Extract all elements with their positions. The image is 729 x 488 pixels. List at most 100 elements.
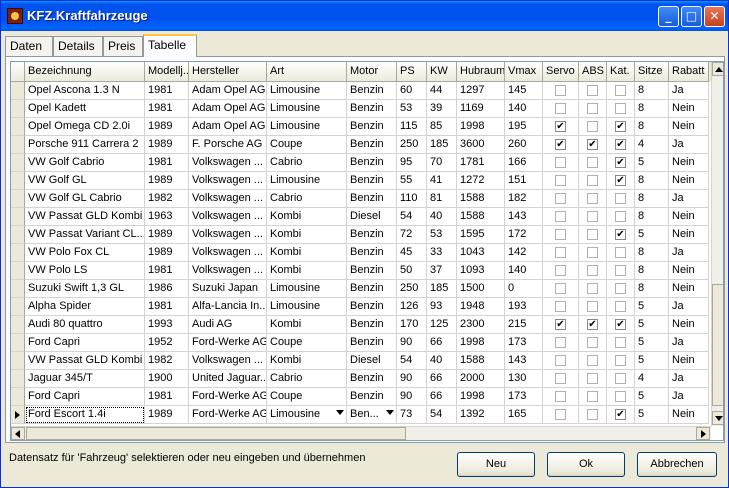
col-ps-cell[interactable]: 53 — [397, 100, 427, 118]
col-servo-cell[interactable] — [543, 154, 579, 172]
col-kw-cell[interactable]: 54 — [427, 406, 457, 424]
col-rabatt-header[interactable]: Rabatt — [669, 62, 709, 82]
maximize-button[interactable]: □ — [681, 6, 702, 27]
col-sitze-cell[interactable]: 5 — [635, 352, 669, 370]
table-row[interactable]: Jaguar 345/T 1900 United Jaguar... Cabrio Be… — [25, 370, 711, 388]
col-rabatt-cell[interactable]: Ja — [669, 82, 709, 100]
col-hubraum-cell[interactable]: 2300 — [457, 316, 505, 334]
col-bezeichnung-cell[interactable]: Jaguar 345/T — [25, 370, 145, 388]
col-kw-cell[interactable]: 70 — [427, 154, 457, 172]
unchecked-checkbox[interactable] — [555, 247, 566, 258]
col-bezeichnung-cell[interactable]: VW Passat GLD Kombi — [25, 352, 145, 370]
unchecked-checkbox[interactable] — [615, 265, 626, 276]
col-art-cell[interactable]: Limousine — [267, 172, 347, 190]
col-kw-cell[interactable]: 66 — [427, 370, 457, 388]
table-row[interactable]: Suzuki Swift 1,3 GL 1986 Suzuki Japan Limou… — [25, 280, 711, 298]
dropdown-arrow-icon[interactable] — [336, 410, 344, 415]
col-modelljahr-cell[interactable]: 1982 — [145, 190, 189, 208]
unchecked-checkbox[interactable] — [555, 391, 566, 402]
col-hersteller-cell[interactable]: Adam Opel AG — [189, 118, 267, 136]
col-modelljahr-cell[interactable]: 1981 — [145, 100, 189, 118]
row-selector[interactable] — [11, 100, 25, 118]
col-motor-cell[interactable]: Benzin — [347, 334, 397, 352]
unchecked-checkbox[interactable] — [555, 409, 566, 420]
minimize-button[interactable]: _ — [658, 6, 679, 27]
new-button[interactable]: Neu — [457, 452, 535, 477]
tab-preis[interactable]: Preis — [103, 36, 143, 56]
col-hubraum-cell[interactable]: 1588 — [457, 352, 505, 370]
col-abs-cell[interactable] — [579, 280, 607, 298]
col-abs-cell[interactable] — [579, 370, 607, 388]
row-selector[interactable] — [11, 334, 25, 352]
col-kw-cell[interactable]: 85 — [427, 118, 457, 136]
col-servo-cell[interactable]: ✔ — [543, 136, 579, 154]
col-art-cell[interactable]: Coupe — [267, 334, 347, 352]
col-kat-cell[interactable]: ✔ — [607, 406, 635, 424]
col-art-cell[interactable]: Coupe — [267, 136, 347, 154]
col-vmax-cell[interactable]: 260 — [505, 136, 543, 154]
col-ps-cell[interactable]: 73 — [397, 406, 427, 424]
col-motor-cell[interactable]: Diesel — [347, 208, 397, 226]
col-servo-cell[interactable] — [543, 82, 579, 100]
row-selector[interactable] — [11, 172, 25, 190]
col-kw-cell[interactable]: 185 — [427, 280, 457, 298]
unchecked-checkbox[interactable] — [555, 211, 566, 222]
col-ps-cell[interactable]: 45 — [397, 244, 427, 262]
col-kat-cell[interactable]: ✔ — [607, 154, 635, 172]
unchecked-checkbox[interactable] — [615, 391, 626, 402]
checked-checkbox[interactable]: ✔ — [555, 319, 566, 330]
col-kat-cell[interactable]: ✔ — [607, 172, 635, 190]
col-kw-cell[interactable]: 37 — [427, 262, 457, 280]
tab-tabelle[interactable]: Tabelle — [143, 34, 197, 57]
col-ps-cell[interactable]: 115 — [397, 118, 427, 136]
col-bezeichnung-cell[interactable]: VW Passat GLD Kombi — [25, 208, 145, 226]
col-art-cell[interactable]: Kombi — [267, 262, 347, 280]
unchecked-checkbox[interactable] — [587, 193, 598, 204]
col-sitze-cell[interactable]: 8 — [635, 244, 669, 262]
col-sitze-cell[interactable]: 4 — [635, 370, 669, 388]
unchecked-checkbox[interactable] — [555, 193, 566, 204]
unchecked-checkbox[interactable] — [555, 265, 566, 276]
row-selector[interactable] — [11, 280, 25, 298]
col-kw-cell[interactable]: 40 — [427, 352, 457, 370]
col-motor-cell[interactable]: Ben... — [347, 406, 397, 424]
cancel-button[interactable]: Abbrechen — [637, 452, 717, 477]
col-rabatt-cell[interactable]: Ja — [669, 244, 709, 262]
unchecked-checkbox[interactable] — [587, 121, 598, 132]
col-ps-cell[interactable]: 90 — [397, 388, 427, 406]
table-row[interactable]: Ford Capri 1981 Ford-Werke AG Coupe Benzin 90… — [25, 388, 711, 406]
col-bezeichnung-cell[interactable]: Suzuki Swift 1,3 GL — [25, 280, 145, 298]
col-vmax-cell[interactable]: 0 — [505, 280, 543, 298]
col-kat-cell[interactable] — [607, 298, 635, 316]
col-ps-cell[interactable]: 95 — [397, 154, 427, 172]
col-motor-cell[interactable]: Diesel — [347, 352, 397, 370]
col-modelljahr-cell[interactable]: 1989 — [145, 226, 189, 244]
col-art-cell[interactable]: Limousine — [267, 100, 347, 118]
checked-checkbox[interactable]: ✔ — [615, 139, 626, 150]
col-abs-cell[interactable] — [579, 352, 607, 370]
unchecked-checkbox[interactable] — [615, 103, 626, 114]
col-rabatt-cell[interactable]: Nein — [669, 172, 709, 190]
col-modelljahr-cell[interactable]: 1989 — [145, 118, 189, 136]
table-row[interactable]: Opel Kadett 1981 Adam Opel AG Limousine Benz… — [25, 100, 711, 118]
unchecked-checkbox[interactable] — [587, 157, 598, 168]
col-hubraum-cell[interactable]: 1169 — [457, 100, 505, 118]
col-rabatt-cell[interactable]: Nein — [669, 100, 709, 118]
col-hubraum-cell[interactable]: 1297 — [457, 82, 505, 100]
checked-checkbox[interactable]: ✔ — [615, 157, 626, 168]
table-row[interactable]: Audi 80 quattro 1993 Audi AG Kombi Benzin 170… — [25, 316, 711, 334]
unchecked-checkbox[interactable] — [555, 229, 566, 240]
col-kw-cell[interactable]: 41 — [427, 172, 457, 190]
col-bezeichnung-cell[interactable]: Ford Capri — [25, 388, 145, 406]
col-vmax-cell[interactable]: 166 — [505, 154, 543, 172]
checked-checkbox[interactable]: ✔ — [587, 139, 598, 150]
col-motor-cell[interactable]: Benzin — [347, 100, 397, 118]
col-motor-cell[interactable]: Benzin — [347, 388, 397, 406]
col-bezeichnung-cell[interactable]: Opel Omega CD 2.0i — [25, 118, 145, 136]
col-sitze-cell[interactable]: 8 — [635, 82, 669, 100]
row-selector[interactable] — [11, 226, 25, 244]
col-hubraum-cell[interactable]: 1998 — [457, 388, 505, 406]
unchecked-checkbox[interactable] — [615, 193, 626, 204]
col-kat-cell[interactable] — [607, 208, 635, 226]
col-vmax-cell[interactable]: 143 — [505, 208, 543, 226]
